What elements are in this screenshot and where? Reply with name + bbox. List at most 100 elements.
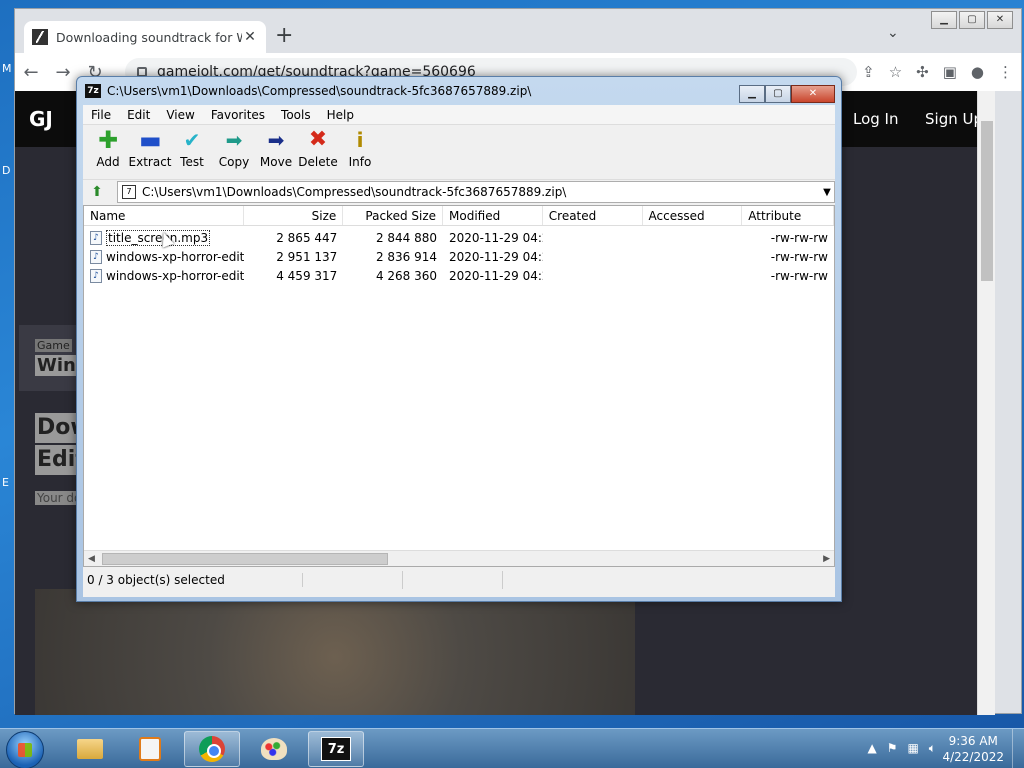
7zip-window-title: C:\Users\vm1\Downloads\Compressed\soundt… bbox=[107, 84, 532, 98]
new-tab-button[interactable]: + bbox=[275, 23, 293, 48]
scroll-right-arrow-icon[interactable]: ▶ bbox=[823, 551, 830, 566]
share-icon[interactable]: ⇪ bbox=[862, 63, 875, 81]
file-attributes: -rw-rw-rw bbox=[770, 249, 828, 264]
desktop-icon-label-fragment: E bbox=[2, 476, 9, 489]
menu-file[interactable]: File bbox=[83, 108, 119, 122]
game-artwork bbox=[35, 589, 635, 715]
close-button[interactable]: ✕ bbox=[791, 85, 835, 103]
taskbar-media-player[interactable] bbox=[122, 731, 178, 767]
bookmark-star-icon[interactable]: ☆ bbox=[889, 63, 902, 81]
table-row[interactable]: ♪ windows-xp-horror-edit... 4 459 317 4 2… bbox=[84, 266, 834, 285]
file-modified: 2020-11-29 04:23 bbox=[449, 230, 543, 245]
media-player-icon bbox=[139, 737, 161, 761]
table-row[interactable]: ♪ title_screen.mp3 2 865 447 2 844 880 20… bbox=[84, 228, 834, 247]
add-icon: ✚ bbox=[97, 126, 119, 154]
menu-bar: File Edit View Favorites Tools Help bbox=[83, 105, 835, 125]
delete-button[interactable]: ✖ Delete bbox=[297, 129, 339, 170]
tab-close-icon[interactable]: ✕ bbox=[242, 29, 258, 45]
browser-tab[interactable]: Downloading soundtrack for Win ✕ bbox=[24, 21, 266, 53]
signup-link[interactable]: Sign Up bbox=[925, 110, 983, 128]
login-link[interactable]: Log In bbox=[853, 110, 899, 128]
clock[interactable]: 9:36 AM 4/22/2022 bbox=[942, 733, 1004, 765]
file-packed-size: 2 836 914 bbox=[375, 249, 438, 264]
start-button[interactable] bbox=[6, 731, 44, 768]
7zip-app-icon: 7z bbox=[85, 84, 101, 98]
system-tray: ▲ ⚑ ▦ 🔈︎ bbox=[867, 741, 936, 756]
menu-tools[interactable]: Tools bbox=[273, 108, 319, 122]
test-icon: ✔ bbox=[183, 128, 201, 152]
test-button[interactable]: ✔ Test bbox=[171, 129, 213, 169]
extract-button[interactable]: ▬ Extract bbox=[129, 126, 172, 169]
volume-icon[interactable]: 🔈︎ bbox=[929, 741, 936, 756]
column-size[interactable]: Size bbox=[244, 206, 344, 225]
add-button[interactable]: ✚ Add bbox=[87, 126, 129, 169]
menu-favorites[interactable]: Favorites bbox=[203, 108, 273, 122]
column-modified[interactable]: Modified bbox=[443, 206, 543, 225]
menu-help[interactable]: Help bbox=[319, 108, 362, 122]
toolbar-actions: ⇪ ☆ ✣ ▣ ● ⋮ bbox=[862, 63, 1013, 81]
taskbar-7zip[interactable]: 7z bbox=[308, 731, 364, 767]
paint-icon bbox=[261, 738, 287, 760]
minimize-button[interactable]: ▁ bbox=[931, 11, 957, 29]
column-packed-size[interactable]: Packed Size bbox=[343, 206, 444, 225]
extensions-puzzle-icon[interactable]: ✣ bbox=[916, 63, 929, 81]
back-arrow-icon[interactable]: ← bbox=[15, 62, 47, 83]
status-bar: 0 / 3 object(s) selected bbox=[83, 569, 835, 591]
scrollbar-thumb[interactable] bbox=[981, 121, 993, 281]
extract-icon: ▬ bbox=[139, 126, 162, 154]
taskbar-chrome[interactable] bbox=[184, 731, 240, 767]
side-panel-icon[interactable]: ▣ bbox=[943, 63, 957, 81]
path-dropdown-arrow-icon[interactable]: ▼ bbox=[820, 187, 834, 198]
file-packed-size: 4 268 360 bbox=[375, 268, 438, 283]
tab-search-chevron-icon[interactable]: ⌄ bbox=[887, 25, 899, 41]
info-button[interactable]: i Info bbox=[339, 129, 381, 169]
move-icon: ➡ bbox=[267, 128, 285, 152]
taskbar-paint[interactable] bbox=[246, 731, 302, 767]
taskbar-explorer[interactable] bbox=[62, 731, 118, 767]
audio-file-icon: ♪ bbox=[90, 268, 102, 283]
file-packed-size: 2 844 880 bbox=[375, 230, 438, 245]
taskbar: 7z ▲ ⚑ ▦ 🔈︎ 9:36 AM 4/22/2022 bbox=[0, 728, 1024, 768]
tray-expand-icon[interactable]: ▲ bbox=[867, 741, 876, 756]
scroll-left-arrow-icon[interactable]: ◀ bbox=[88, 551, 95, 566]
file-name: windows-xp-horror-edit... bbox=[106, 249, 244, 264]
column-name[interactable]: Name bbox=[84, 206, 244, 225]
maximize-button[interactable]: ▢ bbox=[959, 11, 985, 29]
action-center-flag-icon[interactable]: ⚑ bbox=[887, 741, 898, 756]
audio-file-icon: ♪ bbox=[90, 230, 102, 245]
scrollbar-thumb[interactable] bbox=[102, 553, 388, 565]
copy-button[interactable]: ➡ Copy bbox=[213, 129, 255, 169]
game-label: Game bbox=[35, 339, 72, 352]
file-name: windows-xp-horror-edit... bbox=[106, 268, 244, 283]
maximize-button[interactable]: ▢ bbox=[765, 85, 791, 103]
clock-time: 9:36 AM bbox=[948, 734, 998, 748]
gamejolt-logo[interactable]: GJ bbox=[29, 107, 53, 131]
menu-view[interactable]: View bbox=[158, 108, 202, 122]
up-folder-icon[interactable]: ⬆ bbox=[87, 181, 107, 202]
column-accessed[interactable]: Accessed bbox=[643, 206, 743, 225]
profile-avatar-icon[interactable]: ● bbox=[971, 63, 984, 81]
table-row[interactable]: ♪ windows-xp-horror-edit... 2 951 137 2 8… bbox=[84, 247, 834, 266]
horizontal-scrollbar[interactable]: ◀ ▶ bbox=[84, 550, 834, 566]
file-name-cell: ♪ windows-xp-horror-edit... bbox=[84, 249, 244, 264]
show-desktop-button[interactable] bbox=[1012, 729, 1024, 768]
minimize-button[interactable]: ▁ bbox=[739, 85, 765, 103]
clock-date: 4/22/2022 bbox=[942, 750, 1004, 764]
column-attributes[interactable]: Attribute bbox=[742, 206, 834, 225]
close-button[interactable]: ✕ bbox=[987, 11, 1013, 29]
7zip-window: 7z C:\Users\vm1\Downloads\Compressed\sou… bbox=[76, 76, 842, 602]
network-icon[interactable]: ▦ bbox=[907, 741, 918, 756]
desktop-icon-label-fragment: M bbox=[2, 62, 12, 75]
forward-arrow-icon[interactable]: → bbox=[47, 62, 79, 83]
menu-kebab-icon[interactable]: ⋮ bbox=[998, 63, 1013, 81]
move-label: Move bbox=[259, 155, 293, 169]
desktop-icon-label-fragment: D bbox=[2, 164, 11, 177]
chrome-icon bbox=[199, 736, 225, 762]
column-created[interactable]: Created bbox=[543, 206, 643, 225]
page-scrollbar[interactable] bbox=[977, 91, 995, 715]
path-combobox[interactable]: 7 C:\Users\vm1\Downloads\Compressed\soun… bbox=[117, 181, 835, 203]
file-list-header: Name Size Packed Size Modified Created A… bbox=[84, 206, 834, 226]
move-button[interactable]: ➡ Move bbox=[255, 129, 297, 169]
menu-edit[interactable]: Edit bbox=[119, 108, 158, 122]
7zip-titlebar[interactable]: 7z C:\Users\vm1\Downloads\Compressed\sou… bbox=[77, 77, 841, 105]
